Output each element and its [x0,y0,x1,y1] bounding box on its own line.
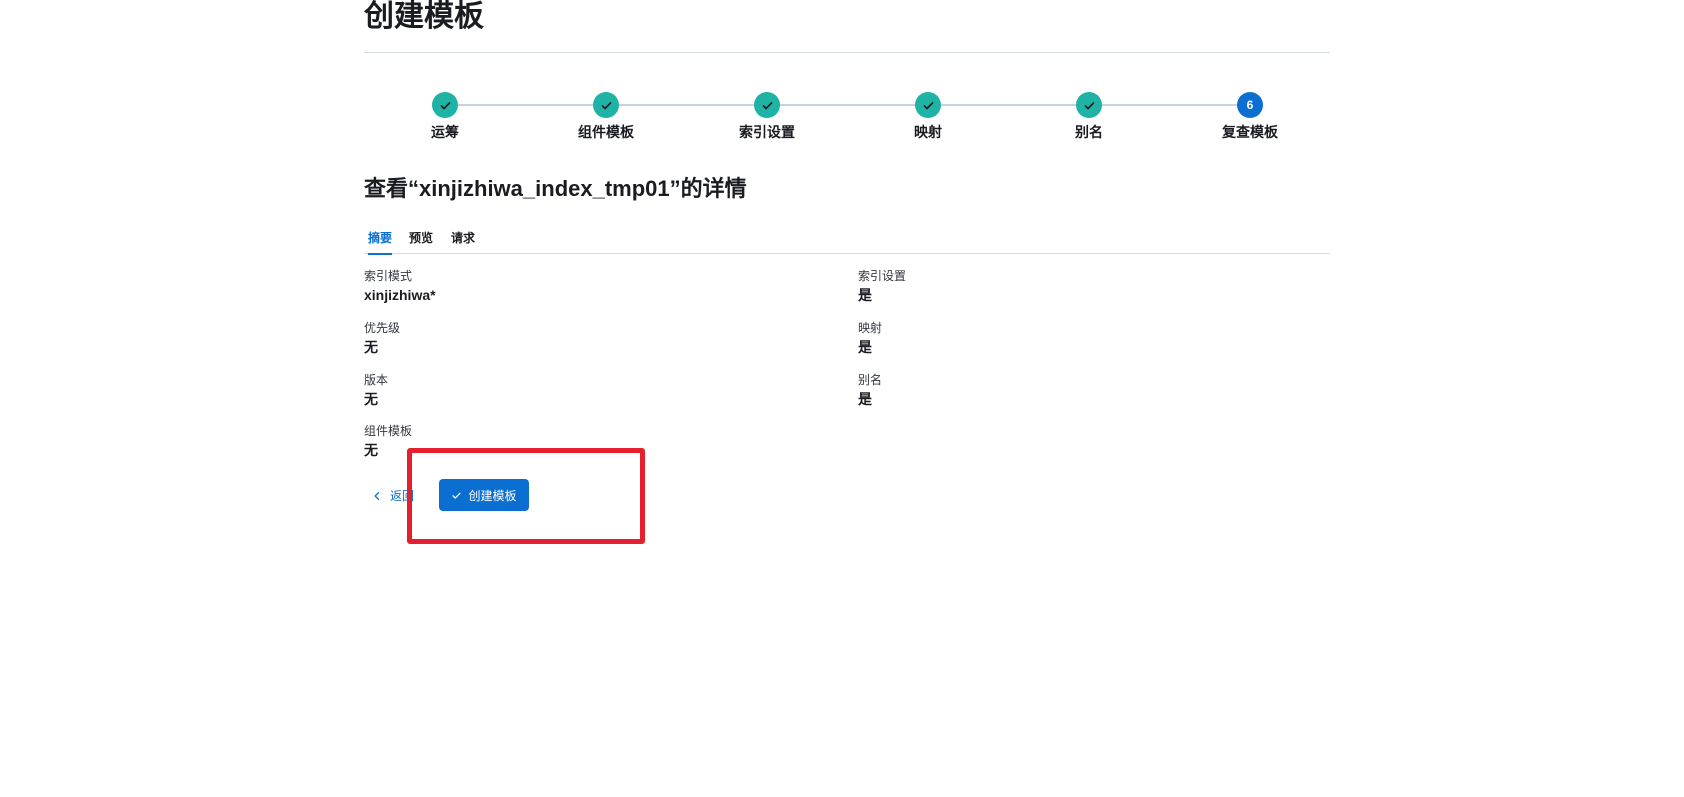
field-aliases: 别名 是 [858,372,882,409]
field-component-templates: 组件模板 无 [364,423,412,460]
step-label: 索引设置 [739,124,795,140]
field-value: 无 [364,339,378,355]
step-label: 别名 [1075,124,1103,140]
title-divider [364,52,1330,53]
field-label: 索引设置 [858,269,907,283]
field-label: 版本 [364,373,389,387]
step-label: 映射 [914,124,942,140]
step-5[interactable]: 别名 [1024,92,1154,141]
step-complete-icon [432,92,458,118]
field-label: 优先级 [364,321,401,335]
step-complete-icon [754,92,780,118]
step-label: 运筹 [431,124,459,140]
field-value: xinjizhiwa* [364,287,436,303]
back-label: 返回 [390,489,415,503]
field-label: 索引模式 [364,269,413,283]
field-value: 是 [858,391,872,407]
field-value: 无 [364,442,378,458]
field-value: 是 [858,287,872,303]
field-version: 版本 无 [364,372,388,409]
back-button[interactable]: 返回 [372,486,414,506]
field-value: 无 [364,391,378,407]
step-1[interactable]: 运筹 [380,92,510,141]
field-index-settings: 索引设置 是 [858,268,906,305]
tab-summary[interactable]: 摘要 [368,228,393,255]
step-complete-icon [1076,92,1102,118]
stepper: 运筹 组件模板 索引设置 映射 别名 6 复查模板 [364,92,1330,144]
field-label: 别名 [858,373,883,387]
create-template-button[interactable]: 创建模板 [439,479,529,511]
step-number-badge: 6 [1237,92,1263,118]
step-label: 组件模板 [578,124,634,140]
field-value: 是 [858,339,872,355]
step-complete-icon [915,92,941,118]
field-label: 映射 [858,321,883,335]
page-title: 创建模板 [364,0,484,33]
step-6[interactable]: 6 复查模板 [1185,92,1315,141]
tab-preview[interactable]: 预览 [409,228,433,254]
review-tabs: 摘要 预览 请求 [364,228,1330,255]
step-label: 复查模板 [1222,124,1278,140]
field-priority: 优先级 无 [364,320,400,357]
chevron-left-icon [374,491,380,501]
step-3[interactable]: 索引设置 [702,92,832,141]
tab-request[interactable]: 请求 [451,228,475,254]
step-4[interactable]: 映射 [863,92,993,141]
field-label: 组件模板 [364,424,413,438]
field-index-pattern: 索引模式 xinjizhiwa* [364,268,436,305]
details-heading: 查看“xinjizhiwa_index_tmp01”的详情 [364,176,747,201]
step-complete-icon [593,92,619,118]
create-template-label: 创建模板 [468,488,517,503]
step-2[interactable]: 组件模板 [541,92,671,141]
check-icon [452,492,462,499]
field-mappings: 映射 是 [858,320,882,357]
